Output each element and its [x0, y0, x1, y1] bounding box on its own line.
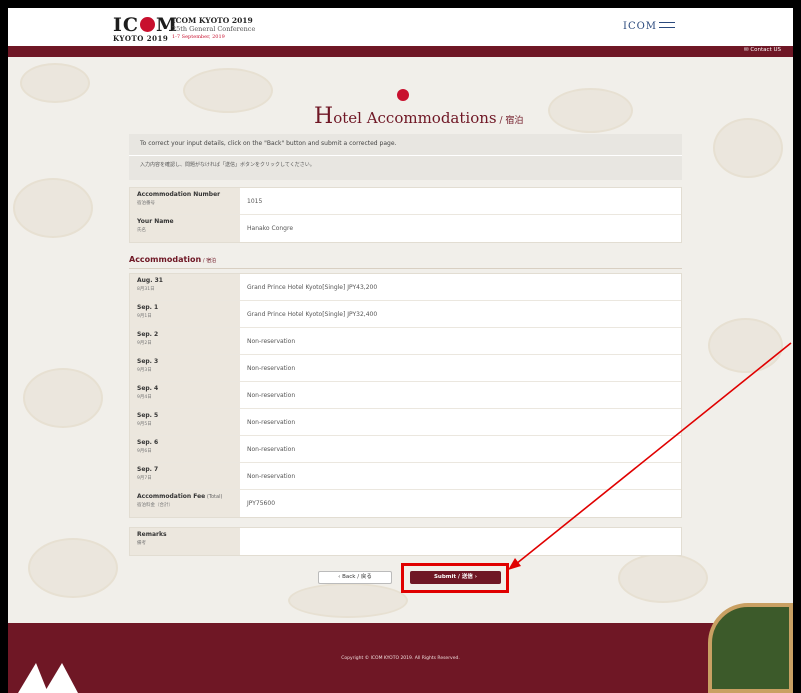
annotation-arrow-icon — [508, 342, 792, 570]
copyright-text: Copyright © ICOM KYOTO 2019. All Rights … — [341, 656, 460, 661]
decorative-artwork — [708, 603, 793, 693]
site-footer: Copyright © ICOM KYOTO 2019. All Rights … — [8, 623, 793, 693]
page-frame: IC M KYOTO 2019 ICOM KYOTO 2019 25th Gene… — [8, 8, 793, 693]
